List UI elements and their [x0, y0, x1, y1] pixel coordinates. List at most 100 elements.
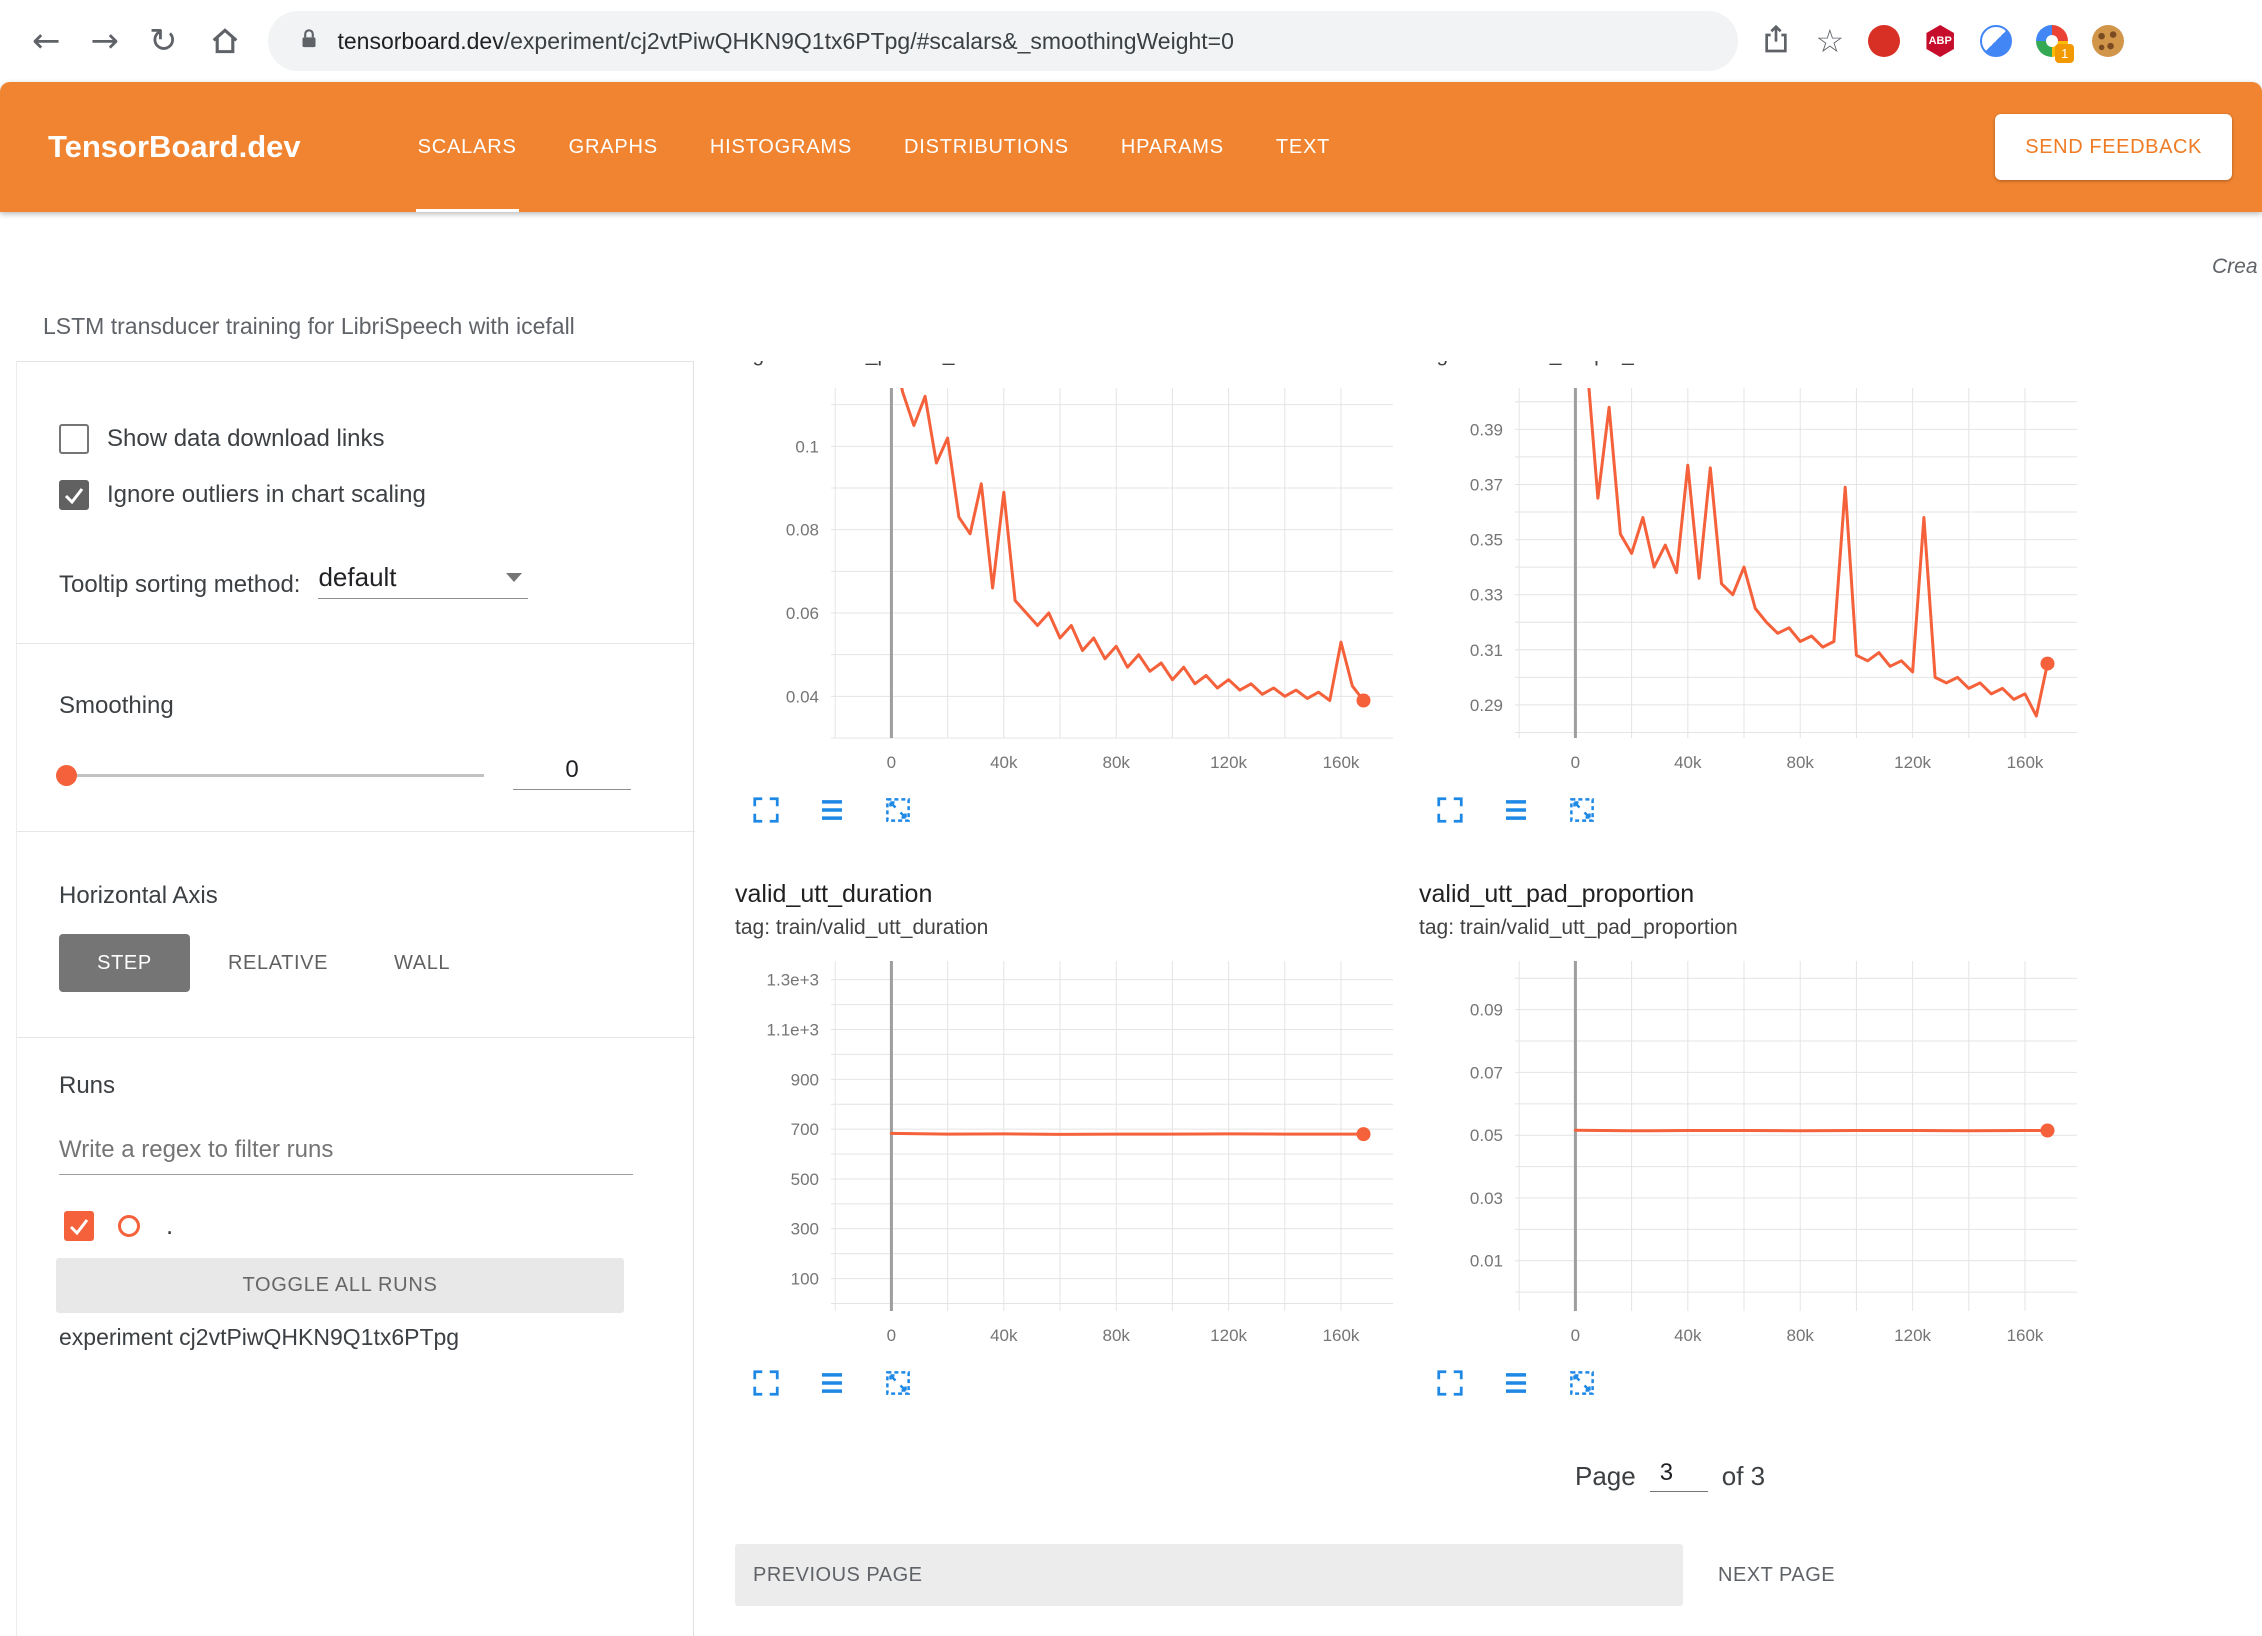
back-icon[interactable]: ←: [32, 24, 61, 58]
chart-tag: tag: train/valid_pruned_loss: [735, 361, 1415, 373]
tensorboard-logo[interactable]: TensorBoard.dev: [0, 129, 301, 165]
fit-domain-icon[interactable]: [883, 1368, 913, 1398]
tooltip-sorting-select[interactable]: default: [318, 562, 528, 599]
previous-page-button[interactable]: PREVIOUS PAGE: [735, 1544, 1683, 1606]
share-icon[interactable]: [1760, 23, 1792, 60]
show-download-links-checkbox[interactable]: [59, 424, 89, 454]
abp-extension-icon[interactable]: ABP: [1924, 25, 1956, 57]
svg-text:120k: 120k: [1894, 753, 1931, 772]
tab-text[interactable]: TEXT: [1274, 82, 1332, 212]
svg-text:40k: 40k: [1674, 1326, 1702, 1345]
run-checkbox[interactable]: [64, 1211, 94, 1241]
axis-wall-button[interactable]: WALL: [384, 934, 460, 992]
lock-icon: [296, 26, 322, 57]
svg-text:1.1e+3: 1.1e+3: [767, 1020, 819, 1039]
expand-icon[interactable]: [1435, 1368, 1465, 1398]
smoothing-value-input[interactable]: [513, 750, 631, 790]
adblock-extension-icon[interactable]: [1868, 25, 1900, 57]
svg-text:0.04: 0.04: [786, 687, 819, 706]
ignore-outliers-label: Ignore outliers in chart scaling: [107, 481, 426, 509]
ignore-outliers-row[interactable]: Ignore outliers in chart scaling: [59, 480, 426, 510]
lines-icon[interactable]: [1501, 795, 1531, 825]
chart-toolbar: [735, 795, 1415, 825]
expand-icon[interactable]: [751, 1368, 781, 1398]
smoothing-slider-thumb[interactable]: [56, 765, 77, 786]
chart-canvas[interactable]: 0.290.310.330.350.370.39040k80k120k160k: [1419, 373, 2079, 793]
axis-relative-button[interactable]: RELATIVE: [218, 934, 338, 992]
chart-canvas[interactable]: 1003005007009001.1e+31.3e+3040k80k120k16…: [735, 946, 1395, 1366]
tooltip-sorting-value: default: [318, 562, 396, 593]
tab-histograms[interactable]: HISTOGRAMS: [708, 82, 854, 212]
lines-icon[interactable]: [1501, 1368, 1531, 1398]
runs-filter-input[interactable]: [59, 1130, 633, 1175]
blue-extension-icon[interactable]: [1980, 25, 2012, 57]
chart-title: valid_utt_pad_proportion: [1419, 880, 2099, 916]
url-text: tensorboard.dev/experiment/cj2vtPiwQHKN9…: [338, 28, 1234, 55]
svg-text:120k: 120k: [1210, 753, 1247, 772]
page-of-label: of 3: [1722, 1461, 1765, 1492]
bookmark-star-icon[interactable]: ☆: [1816, 25, 1845, 57]
svg-text:0.31: 0.31: [1470, 641, 1503, 660]
svg-text:0.33: 0.33: [1470, 586, 1503, 605]
fit-domain-icon[interactable]: [1567, 795, 1597, 825]
expand-icon[interactable]: [751, 795, 781, 825]
svg-text:0.37: 0.37: [1470, 475, 1503, 494]
page-label: Page: [1575, 1461, 1636, 1492]
svg-text:0.08: 0.08: [786, 521, 819, 540]
svg-text:0.09: 0.09: [1470, 1001, 1503, 1020]
tooltip-sorting-row: Tooltip sorting method: default: [59, 562, 528, 599]
tab-graphs[interactable]: GRAPHS: [567, 82, 660, 212]
page-number-input[interactable]: [1650, 1459, 1708, 1492]
fit-domain-icon[interactable]: [1567, 1368, 1597, 1398]
lines-icon[interactable]: [817, 1368, 847, 1398]
divider: [17, 643, 695, 644]
chart-card-valid-utt-duration: valid_utt_duration tag: train/valid_utt_…: [735, 880, 1415, 1398]
svg-text:40k: 40k: [990, 1326, 1018, 1345]
smoothing-slider[interactable]: [59, 758, 484, 794]
svg-text:0.35: 0.35: [1470, 531, 1503, 550]
show-download-links-row[interactable]: Show data download links: [59, 424, 385, 454]
tab-hparams[interactable]: HPARAMS: [1119, 82, 1226, 212]
next-page-button[interactable]: NEXT PAGE: [1718, 1544, 1835, 1606]
send-feedback-button[interactable]: SEND FEEDBACK: [1995, 114, 2232, 180]
horizontal-axis-label: Horizontal Axis: [59, 882, 218, 910]
url-bar[interactable]: tensorboard.dev/experiment/cj2vtPiwQHKN9…: [268, 11, 1738, 71]
svg-text:40k: 40k: [990, 753, 1018, 772]
axis-step-button[interactable]: STEP: [59, 934, 190, 992]
forward-icon[interactable]: →: [91, 24, 120, 58]
reload-icon[interactable]: ↻: [149, 24, 178, 58]
svg-text:160k: 160k: [2007, 1326, 2044, 1345]
tab-distributions[interactable]: DISTRIBUTIONS: [902, 82, 1071, 212]
svg-text:1.3e+3: 1.3e+3: [767, 971, 819, 990]
tab-scalars[interactable]: SCALARS: [416, 82, 519, 212]
browser-toolbar: ← → ↻ tensorboard.dev/experiment/cj2vtPi…: [0, 0, 2262, 82]
divider: [17, 1037, 695, 1038]
svg-text:0.03: 0.03: [1470, 1189, 1503, 1208]
extension-count-badge: 1: [2055, 44, 2074, 63]
run-name: .: [166, 1210, 173, 1241]
svg-text:900: 900: [791, 1070, 819, 1089]
fit-domain-icon[interactable]: [883, 795, 913, 825]
tensorboard-header: TensorBoard.dev SCALARS GRAPHS HISTOGRAM…: [0, 82, 2262, 212]
svg-text:0: 0: [887, 753, 896, 772]
home-icon[interactable]: [208, 24, 242, 58]
svg-text:120k: 120k: [1894, 1326, 1931, 1345]
chart-canvas[interactable]: 0.040.060.080.1040k80k120k160k: [735, 373, 1395, 793]
cookie-extension-icon[interactable]: [2092, 25, 2124, 57]
chart-toolbar: [1419, 795, 2099, 825]
toggle-all-runs-button[interactable]: TOGGLE ALL RUNS: [56, 1258, 624, 1313]
colorful-extension-icon[interactable]: 1: [2036, 25, 2068, 57]
runs-label: Runs: [59, 1072, 115, 1100]
chart-card-valid-simple-loss: valid_simple_loss tag: train/valid_simpl…: [1419, 361, 2099, 825]
run-row[interactable]: .: [64, 1210, 173, 1241]
lines-icon[interactable]: [817, 795, 847, 825]
svg-text:160k: 160k: [2007, 753, 2044, 772]
svg-text:80k: 80k: [1787, 753, 1815, 772]
ignore-outliers-checkbox[interactable]: [59, 480, 89, 510]
svg-text:0: 0: [1571, 1326, 1580, 1345]
chart-canvas[interactable]: 0.010.030.050.070.09040k80k120k160k: [1419, 946, 2079, 1366]
svg-text:100: 100: [791, 1270, 819, 1289]
chart-toolbar: [1419, 1368, 2099, 1398]
smoothing-slider-track[interactable]: [59, 774, 484, 777]
expand-icon[interactable]: [1435, 795, 1465, 825]
